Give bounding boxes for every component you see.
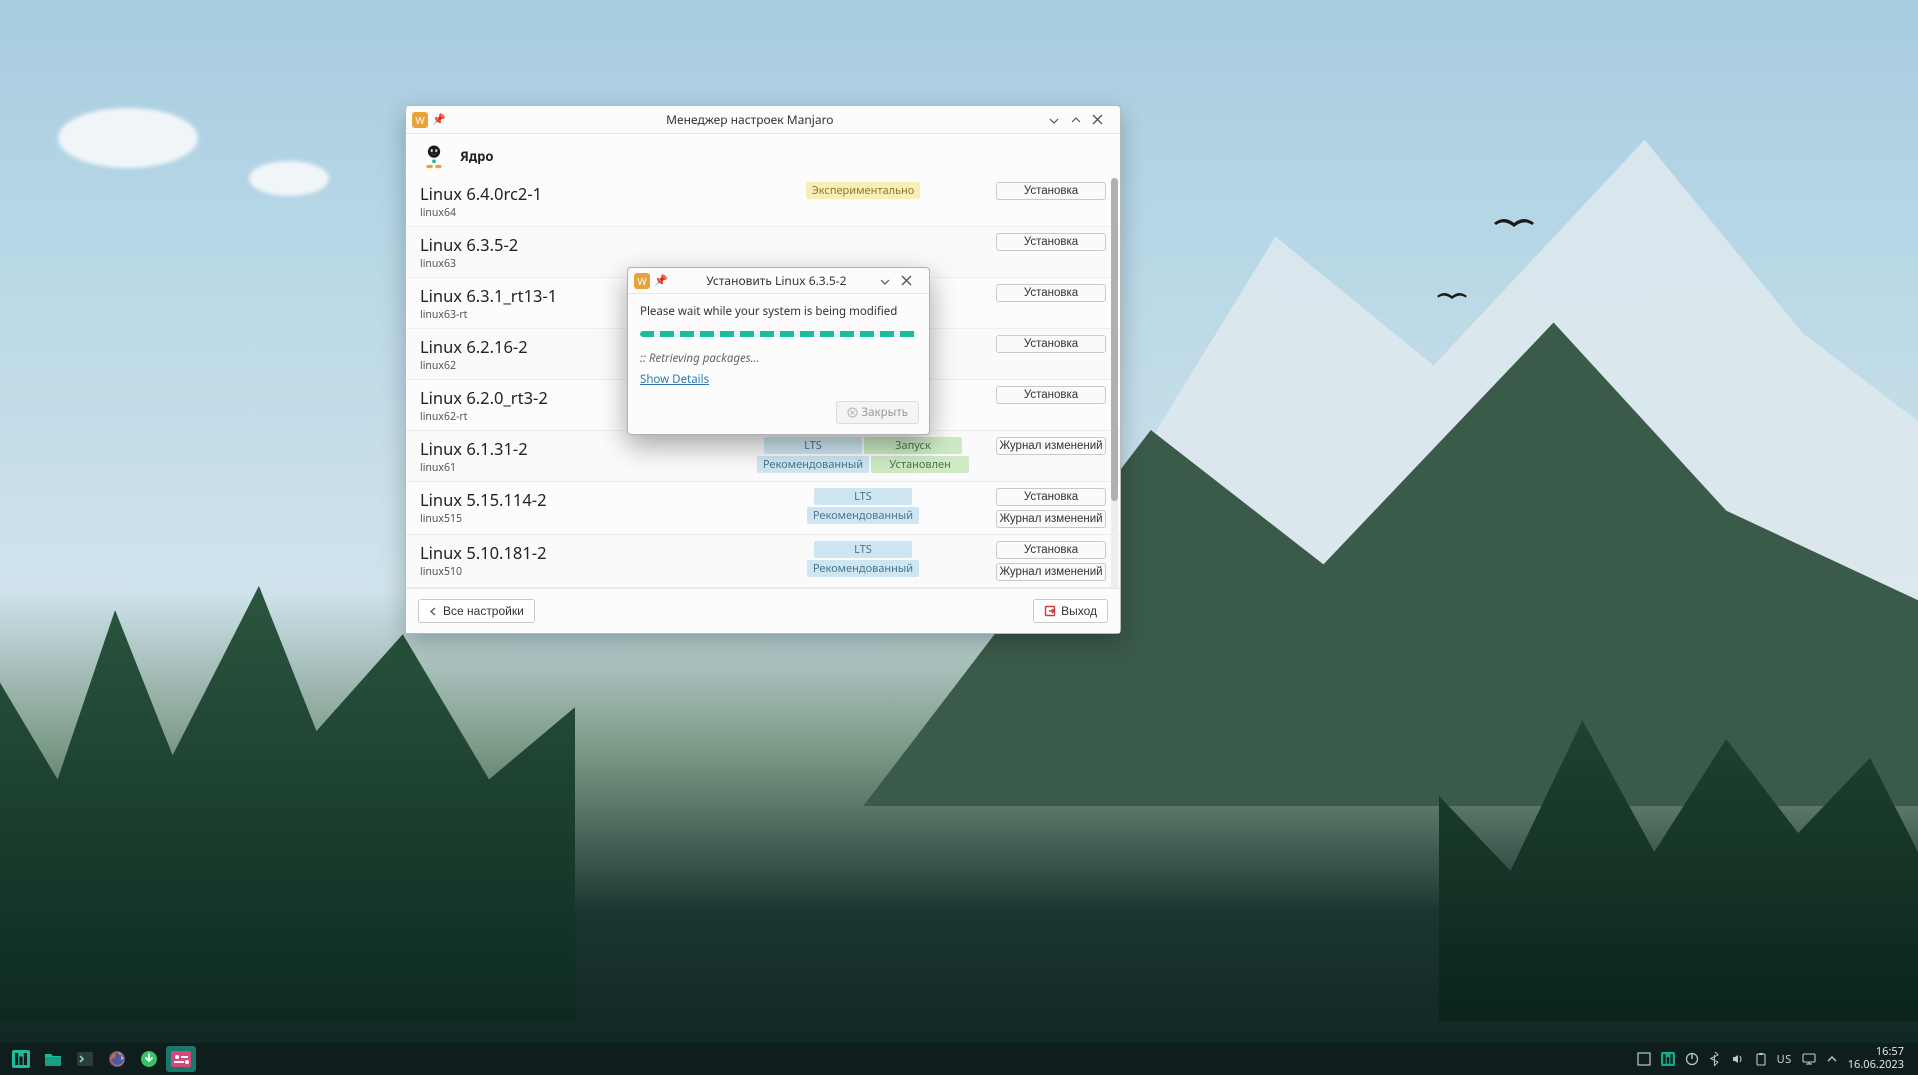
dialog-title: Установить Linux 6.3.5-2 [674,272,879,289]
kernel-row: Linux 5.10.181-2linux510 LTS Рекомендованн… [406,535,1120,588]
scrollbar[interactable] [1111,178,1118,588]
all-settings-button[interactable]: Все настройки [418,599,535,623]
close-button-disabled: Закрыть [836,401,919,424]
close-icon[interactable] [1092,114,1114,125]
all-settings-label: Все настройки [443,604,524,618]
taskbar: US 16:57 16.06.2023 [0,1043,1918,1075]
minimize-icon[interactable] [879,275,901,287]
kernel-name: Linux 5.15.114-2 [420,488,750,511]
kernel-row: Linux 5.15.114-2linux515 LTS Рекомендованн… [406,482,1120,535]
kernel-package: linux61 [420,461,750,475]
kernel-actions: Установка [976,233,1106,251]
firefox-button[interactable] [102,1046,132,1072]
kernel-badges: Экспериментально [750,182,976,199]
terminal-button[interactable] [70,1046,100,1072]
kernel-package: linux515 [420,512,750,526]
changelog-button[interactable]: Журнал изменений [996,563,1106,581]
kernel-row: Linux 6.4.0rc2-1linux64 Экспериментально У… [406,176,1120,227]
clipboard-icon[interactable] [1755,1052,1767,1066]
kernel-row: Linux 6.1.31-2linux61 LTSЗапуск Рекомендов… [406,431,1120,482]
kernel-name: Linux 6.3.5-2 [420,233,750,256]
kernel-package: linux510 [420,565,750,579]
window-titlebar[interactable]: W 📌 Менеджер настроек Manjaro [406,106,1120,134]
changelog-button[interactable]: Журнал изменений [996,510,1106,528]
chevron-left-icon [429,607,438,616]
section-title: Ядро [460,147,493,165]
window-title: Менеджер настроек Manjaro [452,111,1048,128]
kernel-badges: LTS Рекомендованный [750,541,976,577]
keyboard-layout[interactable]: US [1777,1052,1792,1067]
pin-icon[interactable]: 📌 [432,112,446,127]
dialog-titlebar[interactable]: W 📌 Установить Linux 6.3.5-2 [628,268,929,294]
tray-manjaro-icon[interactable] [1661,1052,1675,1066]
system-tray: US 16:57 16.06.2023 [1637,1046,1912,1071]
kernel-actions: Установка [976,284,1106,302]
install-button[interactable]: Установка [996,233,1106,251]
kernel-actions: Журнал изменений [976,437,1106,455]
network-icon[interactable] [1802,1053,1816,1065]
start-menu-button[interactable] [6,1046,36,1072]
updates-button[interactable] [134,1046,164,1072]
file-manager-button[interactable] [38,1046,68,1072]
section-header: Ядро [406,134,1120,176]
volume-icon[interactable] [1731,1052,1745,1066]
kernel-badges: LTS Рекомендованный [750,488,976,524]
kernel-package: linux64 [420,206,750,220]
badge-rec: Рекомендованный [807,560,919,577]
install-button[interactable]: Установка [996,335,1106,353]
clock-date: 16.06.2023 [1848,1059,1904,1072]
exit-button[interactable]: Выход [1033,599,1108,623]
kernel-name: Linux 6.1.31-2 [420,437,750,460]
badge-exp: Экспериментально [806,182,921,199]
show-details-link[interactable]: Show Details [640,372,709,387]
install-button[interactable]: Установка [996,182,1106,200]
kernel-name: Linux 5.10.181-2 [420,541,750,564]
kernel-actions: Установка [976,386,1106,404]
kernel-actions: Установка [976,182,1106,200]
badge-run: Запуск [864,437,962,454]
close-icon[interactable] [901,275,923,286]
show-desktop-icon[interactable] [1637,1052,1651,1066]
tux-icon [420,142,448,170]
install-dialog: W 📌 Установить Linux 6.3.5-2 Please wait… [627,267,930,435]
kernel-actions: Установка Журнал изменений [976,488,1106,528]
bluetooth-icon[interactable] [1709,1052,1721,1066]
badge-rec: Рекомендованный [807,507,919,524]
app-icon: W [634,273,650,289]
pin-icon[interactable]: 📌 [654,273,668,288]
badge-inst: Установлен [871,456,969,473]
badge-lts: LTS [814,541,912,558]
badge-rec: Рекомендованный [757,456,869,473]
kernel-actions: Установка [976,335,1106,353]
minimize-icon[interactable] [1048,114,1070,126]
install-button[interactable]: Установка [996,541,1106,559]
status-text: :: Retrieving packages... [640,351,917,366]
power-icon[interactable] [1685,1052,1699,1066]
kernel-badges: LTSЗапуск РекомендованныйУстановлен [750,437,976,473]
clock[interactable]: 16:57 16.06.2023 [1848,1046,1904,1071]
exit-label: Выход [1061,604,1097,618]
tray-expand-icon[interactable] [1826,1053,1838,1065]
install-button[interactable]: Установка [996,386,1106,404]
app-icon: W [412,112,428,128]
exit-icon [1044,605,1056,617]
kernel-name: Linux 6.4.0rc2-1 [420,182,750,205]
badge-lts: LTS [764,437,862,454]
progress-bar [640,331,917,337]
close-button-label: Закрыть [862,405,908,420]
window-footer: Все настройки Выход [406,588,1120,633]
dialog-message: Please wait while your system is being m… [640,304,917,319]
maximize-icon[interactable] [1070,114,1092,126]
install-button[interactable]: Установка [996,284,1106,302]
manjaro-settings-taskbar-button[interactable] [166,1046,196,1072]
changelog-button[interactable]: Журнал изменений [996,437,1106,455]
kernel-actions: Установка Журнал изменений [976,541,1106,581]
install-button[interactable]: Установка [996,488,1106,506]
close-dialog-icon [847,407,858,418]
badge-lts: LTS [814,488,912,505]
